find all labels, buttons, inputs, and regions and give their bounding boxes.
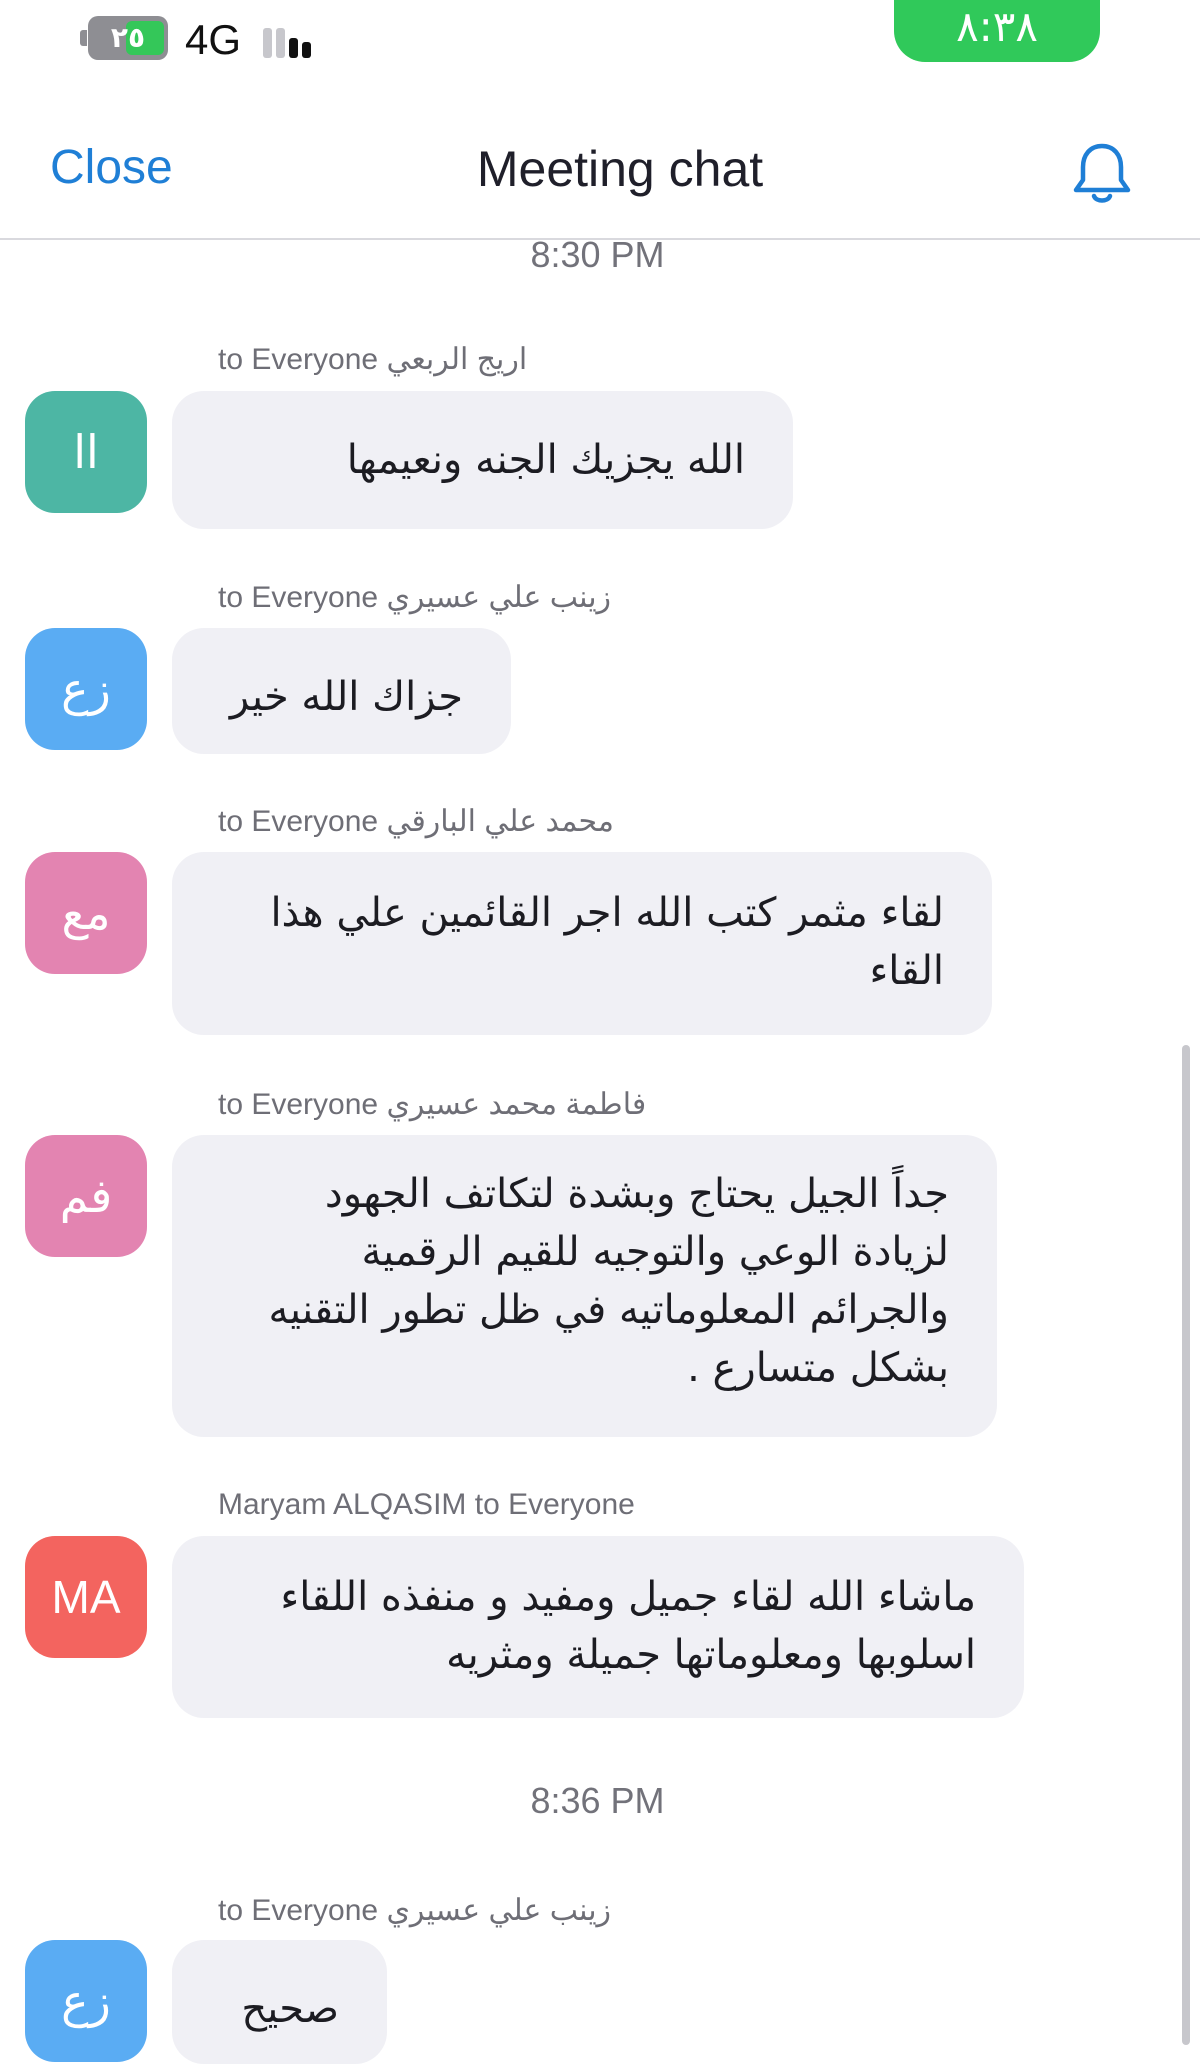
signal-strength-icon <box>263 20 323 58</box>
message-text: جزاك الله خير <box>229 674 463 720</box>
sender-name: زينب علي عسيري <box>386 581 612 614</box>
message-text: لزيادة الوعي والتوجيه للقيم الرقمية <box>361 1229 949 1275</box>
message-bubble[interactable]: جزاك الله خير <box>172 628 511 754</box>
sender-name: زينب علي عسيري <box>386 1894 612 1927</box>
bell-icon[interactable] <box>1070 140 1134 208</box>
message-text: والجرائم المعلوماتيه في ظل تطور التقنيه <box>268 1287 949 1333</box>
timestamp-separator: 8:36 PM <box>530 1780 665 1821</box>
message-meta: to Everyone اريج الربعي <box>218 342 527 377</box>
recipient-label: to Everyone <box>218 1894 379 1927</box>
message-text: ماشاء الله لقاء جميل ومفيد و منفذه اللقا… <box>280 1574 976 1620</box>
timestamp-separator: 8:30 PM <box>530 234 665 275</box>
avatar[interactable]: مع <box>25 852 147 974</box>
status-bar: ٢٥ 4G ٨:٣٨ <box>0 0 1200 90</box>
message-text: القاء <box>869 948 944 994</box>
message-bubble[interactable]: ماشاء الله لقاء جميل ومفيد و منفذه اللقا… <box>172 1536 1024 1718</box>
message-meta: to Everyone زينب علي عسيري <box>218 1893 611 1928</box>
message-bubble[interactable]: لقاء مثمر كتب الله اجر القائمين علي هذا … <box>172 852 992 1035</box>
message-bubble[interactable]: جداً الجيل يحتاج وبشدة لتكاتف الجهود لزي… <box>172 1135 997 1437</box>
message-text: جداً الجيل يحتاج وبشدة لتكاتف الجهود <box>324 1171 949 1217</box>
message-bubble[interactable]: صحيح <box>172 1940 387 2064</box>
message-text: لقاء مثمر كتب الله اجر القائمين علي هذا <box>270 890 944 936</box>
sender-name: اريج الربعي <box>386 343 528 376</box>
message-meta: to Everyone محمد علي البارقي <box>218 804 614 839</box>
network-type: 4G <box>185 16 242 63</box>
message-bubble[interactable]: الله يجزيك الجنه ونعيمها <box>172 391 793 529</box>
recipient-label: to Everyone <box>218 1088 379 1121</box>
message-text: صحيح <box>241 1986 339 2032</box>
status-time: ٨:٣٨ <box>894 0 1100 62</box>
message-text: الله يجزيك الجنه ونعيمها <box>346 437 745 483</box>
sender-name: فاطمة محمد عسيري <box>386 1088 647 1121</box>
scrollbar[interactable] <box>1182 1045 1190 2045</box>
chat-header: Close Meeting chat <box>0 110 1200 240</box>
page-title: Meeting chat <box>476 141 764 197</box>
message-meta: Maryam ALQASIM to Everyone <box>218 1488 635 1522</box>
avatar[interactable]: اا <box>25 391 147 513</box>
battery-level: ٢٥ <box>110 21 146 54</box>
avatar[interactable]: MA <box>25 1536 147 1658</box>
recipient-label: to Everyone <box>218 581 379 614</box>
message-text: بشكل متسارع . <box>687 1345 949 1391</box>
recipient-label: to Everyone <box>474 1488 635 1521</box>
avatar[interactable]: فم <box>25 1135 147 1257</box>
message-meta: to Everyone فاطمة محمد عسيري <box>218 1087 646 1122</box>
recipient-label: to Everyone <box>218 805 379 838</box>
sender-name: Maryam ALQASIM <box>218 1488 467 1521</box>
battery-icon: ٢٥ <box>80 16 170 60</box>
recipient-label: to Everyone <box>218 343 379 376</box>
avatar[interactable]: زع <box>25 1940 147 2062</box>
avatar[interactable]: زع <box>25 628 147 750</box>
sender-name: محمد علي البارقي <box>386 805 614 838</box>
message-meta: to Everyone زينب علي عسيري <box>218 580 611 615</box>
message-text: اسلوبها ومعلوماتها جميلة ومثريه <box>446 1632 976 1678</box>
